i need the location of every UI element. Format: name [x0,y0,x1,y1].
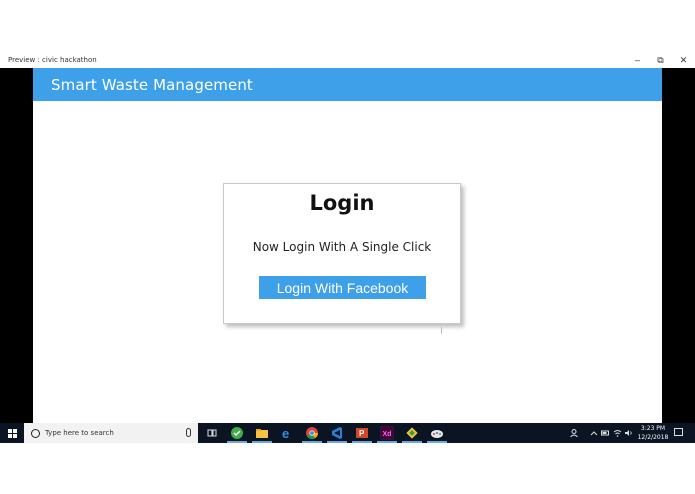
microphone-icon[interactable] [186,428,191,437]
screen: Preview : civic hackathon – ⧉ ✕ Smart Wa… [0,0,695,494]
login-heading: Login [309,191,375,215]
file-explorer-icon[interactable] [252,426,272,443]
divider-tick [441,327,442,334]
windows-logo-icon [7,428,17,438]
taskbar: Type here to search e P Xd 3:23 PM 12/2/… [0,423,695,443]
svg-text:Xd: Xd [383,431,392,438]
app-header: Smart Waste Management [33,68,662,101]
login-card: Login Now Login With A Single Click Logi… [223,183,461,324]
action-center-icon[interactable] [674,428,683,436]
minimize-button[interactable]: – [626,52,649,68]
git-icon[interactable] [402,426,422,443]
start-button[interactable] [0,423,24,443]
window-controls: – ⧉ ✕ [626,52,695,68]
chevron-up-icon[interactable] [590,429,598,437]
restore-button[interactable]: ⧉ [649,52,672,68]
login-subtext: Now Login With A Single Click [252,240,432,254]
battery-icon[interactable] [601,429,610,437]
search-placeholder: Type here to search [45,429,114,437]
letterbox-left [0,68,33,423]
chrome-icon[interactable] [302,426,322,443]
close-button[interactable]: ✕ [672,52,695,68]
window-titlebar: Preview : civic hackathon – ⧉ ✕ [0,52,695,68]
letterbox-right [662,68,695,423]
volume-icon[interactable] [624,429,634,437]
people-icon[interactable] [570,429,579,438]
green-app-icon[interactable] [227,426,247,443]
edge-icon[interactable]: e [280,426,294,441]
taskbar-clock[interactable]: 3:23 PM 12/2/2018 [636,424,670,442]
app-viewport: Smart Waste Management Login Now Login W… [33,68,662,423]
powerpoint-icon[interactable]: P [352,426,372,443]
screen-bottom-margin [0,443,695,494]
wifi-icon[interactable] [613,429,622,437]
taskbar-search[interactable]: Type here to search [24,423,198,443]
clock-time: 3:23 PM [640,425,666,432]
paint-icon[interactable] [427,426,447,443]
xd-icon[interactable]: Xd [377,426,397,443]
task-view-icon[interactable] [205,426,219,440]
svg-text:P: P [359,429,365,438]
clock-date: 12/2/2018 [637,434,669,441]
visual-studio-icon[interactable] [327,426,347,443]
window-title: Preview : civic hackathon [8,56,97,64]
cortana-icon [31,428,40,438]
facebook-login-button[interactable]: Login With Facebook [259,276,426,299]
svg-text:e: e [282,426,289,440]
app-brand: Smart Waste Management [51,75,253,94]
